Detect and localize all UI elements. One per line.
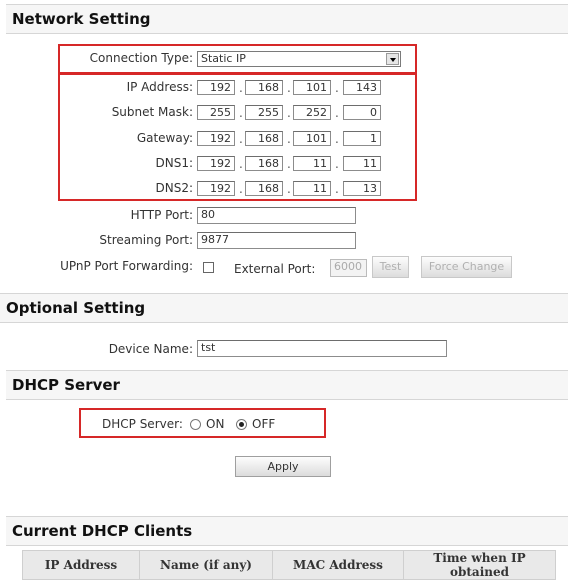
http-port-label: HTTP Port: [130,208,193,222]
dns1-octet-3[interactable]: 11 [293,156,331,171]
ip-octet-2[interactable]: 168 [245,80,283,95]
chevron-down-icon[interactable] [386,53,399,65]
dns2-octet-2[interactable]: 168 [245,181,283,196]
gateway-octet-2[interactable]: 168 [245,131,283,146]
connection-type-value: Static IP [201,52,246,65]
column-header: Time when IP obtained [403,550,556,580]
streaming-port-label: Streaming Port: [99,233,193,247]
dns2-label: DNS2: [155,181,193,195]
dot-separator: . [287,106,291,120]
dns2-octet-3[interactable]: 11 [293,181,331,196]
dot-separator: . [287,81,291,95]
column-header: IP Address [22,550,140,580]
dns1-label: DNS1: [155,156,193,170]
device-name-label: Device Name: [108,342,193,356]
gateway-label: Gateway: [136,131,193,145]
network-setting-header: Network Setting [6,4,568,34]
ip-octet-3[interactable]: 101 [293,80,331,95]
dns1-octet-4[interactable]: 11 [343,156,381,171]
gateway-octet-1[interactable]: 192 [197,131,235,146]
subnet-octet-4[interactable]: 0 [343,105,381,120]
dhcp-clients-table: IP Address Name (if any) MAC Address Tim… [22,550,556,580]
ip-octet-1[interactable]: 192 [197,80,235,95]
upnp-checkbox[interactable] [203,262,214,273]
dot-separator: . [335,157,339,171]
dot-separator: . [287,182,291,196]
dhcp-clients-title: Current DHCP Clients [12,522,193,540]
optional-setting-title: Optional Setting [6,299,146,317]
ip-octet-4[interactable]: 143 [343,80,381,95]
column-header: MAC Address [272,550,404,580]
dot-separator: . [335,81,339,95]
dhcp-server-title: DHCP Server [12,376,120,394]
dhcp-on-label: ON [206,417,225,431]
gateway-octet-3[interactable]: 101 [293,131,331,146]
subnet-mask-label: Subnet Mask: [111,105,193,119]
dns2-octet-4[interactable]: 13 [343,181,381,196]
dot-separator: . [239,81,243,95]
dot-separator: . [239,157,243,171]
dhcp-off-radio[interactable] [236,419,247,430]
external-port-input[interactable]: 6000 [330,259,367,277]
gateway-octet-4[interactable]: 1 [343,131,381,146]
dot-separator: . [287,157,291,171]
http-port-input[interactable]: 80 [197,207,356,224]
dhcp-on-radio[interactable] [190,419,201,430]
streaming-port-input[interactable]: 9877 [197,232,356,249]
dot-separator: . [239,182,243,196]
dot-separator: . [335,132,339,146]
dhcp-clients-header: Current DHCP Clients [6,516,568,546]
apply-button[interactable]: Apply [235,456,331,477]
dot-separator: . [335,106,339,120]
column-header: Name (if any) [139,550,273,580]
test-button[interactable]: Test [372,256,409,278]
force-change-button[interactable]: Force Change [421,256,512,278]
device-name-input[interactable]: tst [197,340,447,357]
subnet-octet-1[interactable]: 255 [197,105,235,120]
dot-separator: . [287,132,291,146]
connection-type-label: Connection Type: [89,51,193,65]
subnet-octet-3[interactable]: 252 [293,105,331,120]
connection-type-select[interactable]: Static IP [197,51,401,67]
optional-setting-header: Optional Setting [0,293,568,323]
dns1-octet-1[interactable]: 192 [197,156,235,171]
dot-separator: . [335,182,339,196]
network-setting-title: Network Setting [12,10,151,28]
external-port-label: External Port: [234,262,316,276]
dhcp-server-label: DHCP Server: [102,417,183,431]
dns2-octet-1[interactable]: 192 [197,181,235,196]
dot-separator: . [239,106,243,120]
dot-separator: . [239,132,243,146]
upnp-label: UPnP Port Forwarding: [60,259,193,273]
dhcp-off-label: OFF [252,417,276,431]
dhcp-server-header: DHCP Server [6,370,568,400]
dns1-octet-2[interactable]: 168 [245,156,283,171]
ip-address-label: IP Address: [126,80,193,94]
subnet-octet-2[interactable]: 255 [245,105,283,120]
